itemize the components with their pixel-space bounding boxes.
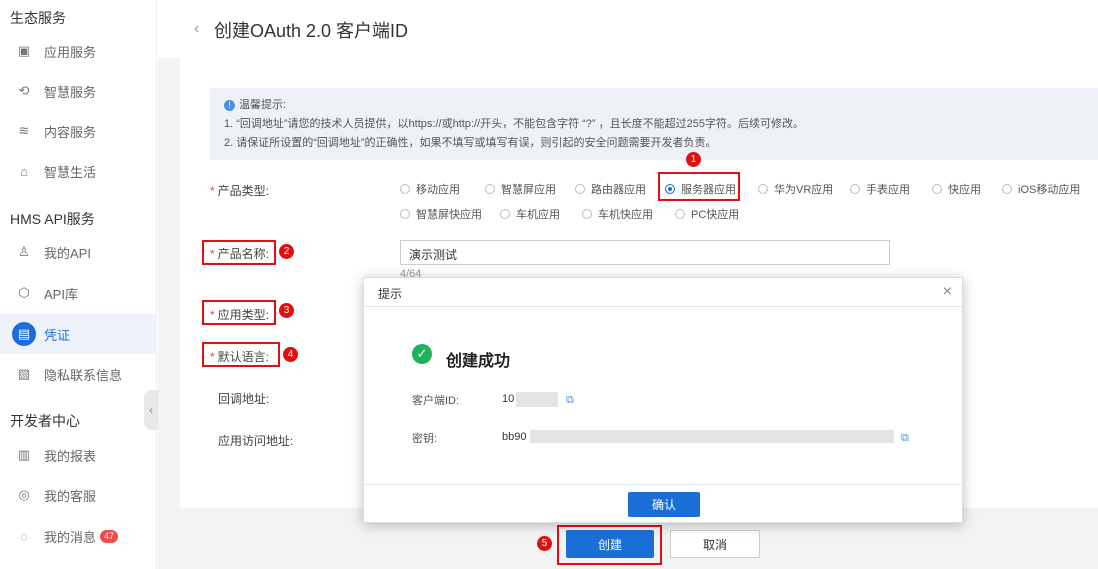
confirm-button[interactable]: 确认 [628, 492, 700, 517]
smart-life-icon: ⌂ [20, 163, 28, 179]
sidebar-item-label: API库 [44, 286, 78, 302]
annotation-box-server-app [658, 172, 740, 201]
sidebar-item-label: 智慧服务 [44, 84, 97, 100]
smart-service-icon: ⟲ [18, 83, 30, 98]
sidebar-item-smart-service[interactable]: ⟲ 智慧服务 [0, 71, 157, 111]
sidebar-item-credential[interactable]: ▤ 凭证 [0, 314, 157, 354]
client-id-label: 客户端ID: [412, 395, 460, 407]
sidebar-item-privacy-contact[interactable]: ▧ 隐私联系信息 [0, 354, 157, 394]
group-title-hms-api: HMS API服务 [10, 211, 95, 227]
sidebar-item-api-library[interactable]: ⬡ API库 [0, 273, 157, 313]
tips-box: ! 温馨提示: 1. “回调地址”请您的技术人员提供，以https://或http… [210, 88, 1098, 160]
annotation-box-product-name [202, 240, 276, 265]
step-marker-2: 2 [279, 244, 294, 259]
sidebar-item-my-message[interactable]: ◌ 我的消息 47 [0, 516, 157, 556]
customer-service-icon: ◎ [18, 487, 30, 502]
dialog-header: 提示 × [364, 278, 962, 307]
annotation-box-create [557, 525, 662, 565]
tips-line-2: 2. 请保证所设置的“回调地址”的正确性，如果不填写或填写有误，则引起的安全问题… [224, 137, 717, 149]
sidebar-item-label: 我的API [44, 245, 91, 261]
content-service-icon: ≋ [18, 123, 30, 138]
dialog-title: 提示 [378, 287, 403, 301]
sidebar-item-smart-life[interactable]: ⌂ 智慧生活 [0, 151, 157, 191]
product-type-label: * 产品类型: [210, 184, 270, 198]
callback-url-label: 回调地址: [218, 392, 270, 406]
page-header: ‹ 创建OAuth 2.0 客户端ID [158, 0, 1098, 58]
sidebar-item-my-api[interactable]: ♙ 我的API [0, 232, 157, 272]
copy-client-id-icon[interactable]: ⧉ [566, 394, 577, 406]
credential-icon: ▤ [12, 322, 36, 346]
radio-ios-mobile-app[interactable]: iOS移动应用 [1002, 181, 1080, 197]
product-name-input[interactable]: 演示测试 [400, 240, 890, 265]
radio-router-app[interactable]: 路由器应用 [575, 181, 646, 197]
secret-value[interactable]: bb90 [502, 431, 526, 443]
dialog-footer: 确认 [364, 484, 964, 524]
info-icon: ! [224, 100, 235, 111]
radio-car-app[interactable]: 车机应用 [500, 206, 560, 222]
app-service-icon: ▣ [17, 43, 31, 58]
secret-label: 密钥: [412, 433, 438, 445]
my-api-icon: ♙ [18, 244, 30, 259]
sidebar-item-label: 我的消息 [44, 529, 97, 545]
radio-huawei-vr-app[interactable]: 华为VR应用 [758, 181, 833, 197]
step-marker-5: 5 [537, 536, 552, 551]
close-icon[interactable]: × [943, 283, 952, 301]
page-title: 创建OAuth 2.0 客户端ID [214, 21, 409, 41]
sidebar-item-label: 我的客服 [44, 488, 97, 504]
annotation-box-default-language [202, 342, 280, 367]
tips-line-1: 1. “回调地址”请您的技术人员提供，以https://或http://开头，不… [224, 118, 804, 130]
radio-watch-app[interactable]: 手表应用 [850, 181, 910, 197]
radio-smart-screen-app[interactable]: 智慧屏应用 [485, 181, 556, 197]
step-marker-4: 4 [283, 347, 298, 362]
secret-redaction [530, 430, 894, 443]
app-access-url-label: 应用访问地址: [218, 434, 294, 448]
sidebar-item-my-report[interactable]: ▥ 我的报表 [0, 435, 157, 475]
sidebar-item-label: 内容服务 [44, 124, 97, 140]
radio-smart-screen-quick-app[interactable]: 智慧屏快应用 [400, 206, 482, 222]
report-icon: ▥ [17, 447, 31, 462]
message-count-badge: 47 [100, 529, 119, 543]
sidebar-item-label: 应用服务 [44, 44, 97, 60]
sidebar-item-label: 凭证 [44, 327, 71, 343]
client-id-redaction [516, 392, 558, 407]
annotation-box-app-type [202, 300, 276, 325]
step-marker-3: 3 [279, 303, 294, 318]
radio-mobile-app[interactable]: 移动应用 [400, 181, 460, 197]
chevron-left-icon: ‹ [149, 403, 153, 417]
api-library-icon: ⬡ [18, 285, 30, 300]
sidebar-collapse-handle[interactable]: ‹ [144, 390, 158, 430]
sidebar-item-label: 隐私联系信息 [44, 367, 123, 383]
radio-pc-quick-app[interactable]: PC快应用 [675, 206, 739, 222]
success-check-icon: ✓ [412, 344, 432, 364]
radio-car-quick-app[interactable]: 车机快应用 [582, 206, 653, 222]
sidebar-item-label: 我的报表 [44, 448, 97, 464]
client-id-value[interactable]: 10 [502, 393, 514, 405]
sidebar-item-app-service[interactable]: ▣ 应用服务 [0, 31, 157, 71]
success-title: 创建成功 [446, 353, 511, 370]
group-title-ecosystem: 生态服务 [10, 10, 66, 26]
radio-quick-app[interactable]: 快应用 [932, 181, 981, 197]
sidebar: 生态服务 ▣ 应用服务 ⟲ 智慧服务 ≋ 内容服务 ⌂ 智慧生活 HMS API… [0, 0, 157, 569]
sidebar-item-label: 智慧生活 [44, 164, 97, 180]
message-icon: ◌ [20, 528, 28, 544]
group-title-developer-center: 开发者中心 [10, 413, 80, 429]
back-icon[interactable]: ‹ [194, 20, 199, 38]
sidebar-item-content-service[interactable]: ≋ 内容服务 [0, 111, 157, 151]
copy-secret-icon[interactable]: ⧉ [901, 432, 912, 444]
success-dialog: 提示 × ✓ 创建成功 客户端ID: 10 ⧉ 密钥: bb90 ⧉ 确认 [363, 277, 964, 524]
step-marker-1: 1 [686, 152, 701, 167]
cancel-button[interactable]: 取消 [670, 530, 760, 558]
sidebar-item-customer-service[interactable]: ◎ 我的客服 [0, 475, 157, 515]
privacy-contact-icon: ▧ [17, 366, 31, 381]
tips-title: 温馨提示: [239, 99, 287, 111]
